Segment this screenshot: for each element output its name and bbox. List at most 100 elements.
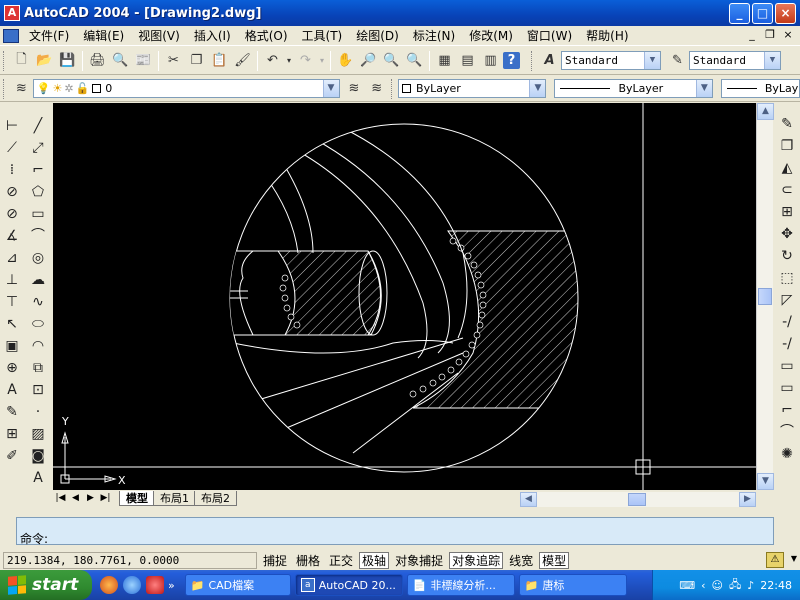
- point-icon[interactable]: ·: [27, 401, 49, 423]
- tab-next-icon[interactable]: ▶: [83, 491, 98, 506]
- baseline-dimension-icon[interactable]: ⊥: [1, 269, 23, 291]
- toolbar-grip[interactable]: [391, 78, 395, 99]
- scroll-up-button[interactable]: ▲: [757, 103, 774, 120]
- text-style-icon[interactable]: A: [539, 50, 560, 71]
- chevron-down-icon[interactable]: ▼: [322, 80, 339, 97]
- erase-icon[interactable]: ✎: [776, 113, 798, 135]
- snap-toggle[interactable]: 捕捉: [260, 552, 290, 569]
- doc-restore-button[interactable]: ❐: [762, 28, 778, 43]
- ellipse-arc-icon[interactable]: ◠: [27, 335, 49, 357]
- ortho-toggle[interactable]: 正交: [326, 552, 356, 569]
- offset-icon[interactable]: ⊂: [776, 179, 798, 201]
- tray-expand-icon[interactable]: ‹: [701, 579, 705, 592]
- construction-line-icon[interactable]: ⤢: [27, 137, 49, 159]
- multiline-text-icon[interactable]: A: [27, 467, 49, 489]
- horizontal-scrollbar[interactable]: ◀ ▶: [520, 492, 756, 507]
- spline-icon[interactable]: ∿: [27, 291, 49, 313]
- circle-icon[interactable]: ◎: [27, 247, 49, 269]
- line-icon[interactable]: ╱: [27, 115, 49, 137]
- revision-cloud-icon[interactable]: ☁: [27, 269, 49, 291]
- menu-view[interactable]: 视图(V): [131, 27, 187, 44]
- menu-format[interactable]: 格式(O): [238, 27, 295, 44]
- quick-dimension-icon[interactable]: ⊿: [1, 247, 23, 269]
- task-autocad[interactable]: a AutoCAD 20...: [294, 574, 403, 596]
- coordinate-display[interactable]: 219.1384, 180.7761, 0.0000: [3, 551, 257, 569]
- grid-toggle[interactable]: 栅格: [293, 552, 323, 569]
- scale-icon[interactable]: ⬚: [776, 267, 798, 289]
- keyboard-icon[interactable]: ⌨: [679, 579, 695, 592]
- menu-file[interactable]: 文件(F): [22, 27, 76, 44]
- color-select[interactable]: ByLayer ▼: [398, 79, 547, 98]
- linear-dimension-icon[interactable]: ⊢: [1, 115, 23, 137]
- ellipse-icon[interactable]: ⬭: [27, 313, 49, 335]
- make-block-icon[interactable]: ⊡: [27, 379, 49, 401]
- arc-icon[interactable]: ⌒: [27, 225, 49, 247]
- status-menu-icon[interactable]: ▼: [791, 554, 797, 563]
- extend-icon[interactable]: -/: [776, 333, 798, 355]
- chamfer-icon[interactable]: ⌐: [776, 399, 798, 421]
- undo-dropdown-icon[interactable]: ▾: [285, 50, 293, 71]
- explode-icon[interactable]: ✺: [776, 443, 798, 465]
- paste-icon[interactable]: 📋: [209, 50, 230, 71]
- break-icon[interactable]: ▭: [776, 355, 798, 377]
- dimension-update-icon[interactable]: ⊞: [1, 423, 23, 445]
- match-properties-icon[interactable]: 🖌: [232, 50, 253, 71]
- make-object-layer-current-icon[interactable]: ≋: [344, 78, 365, 99]
- open-icon[interactable]: 📂: [34, 50, 55, 71]
- osnap-toggle[interactable]: 对象捕捉: [392, 552, 446, 569]
- properties-icon[interactable]: ▦: [434, 50, 455, 71]
- lineweight-toggle[interactable]: 线宽: [506, 552, 536, 569]
- tab-layout1[interactable]: 布局1: [153, 491, 196, 506]
- clock[interactable]: 22:48: [760, 579, 792, 592]
- tab-last-icon[interactable]: ▶|: [98, 491, 113, 506]
- print-icon[interactable]: 🖨: [87, 50, 108, 71]
- ordinate-dimension-icon[interactable]: ⁞: [1, 159, 23, 181]
- publish-icon[interactable]: 📰: [133, 50, 154, 71]
- quicklaunch-more-icon[interactable]: »: [168, 579, 175, 592]
- design-center-icon[interactable]: ▤: [457, 50, 478, 71]
- rectangle-icon[interactable]: ▭: [27, 203, 49, 225]
- autocad-icon[interactable]: A: [4, 5, 20, 21]
- doc-minimize-button[interactable]: _: [744, 28, 760, 43]
- menu-insert[interactable]: 插入(I): [187, 27, 238, 44]
- document-icon[interactable]: [3, 28, 19, 43]
- network-icon[interactable]: 🖧: [729, 576, 741, 595]
- chevron-down-icon[interactable]: ▼: [529, 80, 546, 97]
- toolbar-grip[interactable]: [3, 50, 7, 71]
- scroll-thumb[interactable]: [758, 288, 772, 305]
- menu-dimension[interactable]: 标注(N): [406, 27, 462, 44]
- pan-icon[interactable]: ✋: [335, 50, 356, 71]
- polyline-icon[interactable]: ⌐: [27, 159, 49, 181]
- app-icon[interactable]: [146, 576, 164, 594]
- maximize-button[interactable]: □: [752, 3, 773, 24]
- tolerance-icon[interactable]: ▣: [1, 335, 23, 357]
- chevron-down-icon[interactable]: ▼: [764, 52, 780, 69]
- messenger-icon[interactable]: ☺: [712, 579, 723, 592]
- zoom-previous-icon[interactable]: 🔍: [404, 50, 425, 71]
- browser-icon[interactable]: [123, 576, 141, 594]
- scroll-thumb-horizontal[interactable]: [628, 493, 646, 506]
- lineweight-select[interactable]: ByLay: [720, 79, 800, 98]
- toolbar-grip[interactable]: [531, 50, 535, 71]
- zoom-window-icon[interactable]: 🔍: [381, 50, 402, 71]
- diameter-dimension-icon[interactable]: ⊘: [1, 203, 23, 225]
- toolbar-grip[interactable]: [3, 78, 7, 99]
- undo-icon[interactable]: ↶: [262, 50, 283, 71]
- copy-icon[interactable]: ❐: [186, 50, 207, 71]
- mirror-icon[interactable]: ◭: [776, 157, 798, 179]
- redo-icon[interactable]: ↷: [295, 50, 316, 71]
- linetype-select[interactable]: ByLayer ▼: [554, 79, 713, 98]
- communication-center-icon[interactable]: ⚠: [766, 552, 784, 568]
- close-button[interactable]: ×: [775, 3, 796, 24]
- zoom-realtime-icon[interactable]: 🔎: [358, 50, 379, 71]
- radius-dimension-icon[interactable]: ⊘: [1, 181, 23, 203]
- break-at-point-icon[interactable]: ▭: [776, 377, 798, 399]
- dimension-edit-icon[interactable]: A: [1, 379, 23, 401]
- dimension-style-icon[interactable]: ✎: [667, 50, 688, 71]
- move-icon[interactable]: ✥: [776, 223, 798, 245]
- tab-model[interactable]: 模型: [119, 491, 155, 506]
- plot-preview-icon[interactable]: 🔍: [110, 50, 131, 71]
- tab-first-icon[interactable]: |◀: [53, 491, 68, 506]
- new-icon[interactable]: 🗋: [11, 50, 32, 71]
- scroll-right-button[interactable]: ▶: [739, 492, 756, 507]
